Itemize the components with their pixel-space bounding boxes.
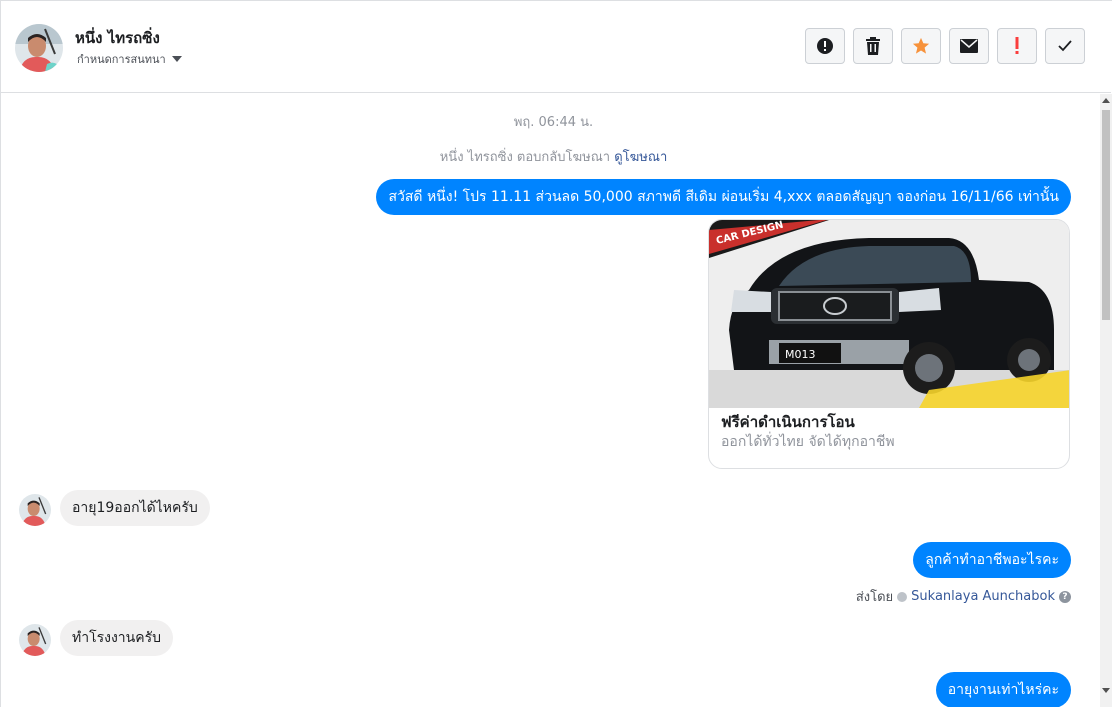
outgoing-message[interactable]: สวัสดี หนึ่ง! โปร 11.11 ส่วนลด 50,000 สภ… [376,179,1071,215]
ad-reply-text: หนึ่ง ไทรถซิ่ง ตอบกลับโฆษณา [439,150,611,165]
mark-done-button[interactable] [1045,28,1085,64]
sent-by-name[interactable]: Sukanlaya Aunchabok [911,589,1055,604]
avatar[interactable] [19,624,51,656]
scrollbar-thumb[interactable] [1102,110,1110,320]
caret-down-icon [171,56,182,62]
follow-up-button[interactable] [997,28,1037,64]
trash-icon [866,37,880,55]
outgoing-message[interactable]: อายุงานเท่าไหร่คะ [935,672,1071,707]
view-ad-link[interactable]: ดูโฆษณา [614,150,667,165]
ad-card[interactable]: CAR DESIGN M013 ฟรีค่าดำเนินการโอน ออกได… [708,219,1070,469]
license-plate: M013 [785,348,816,361]
sent-by-info: ส่งโดย Sukanlaya Aunchabok ? [856,586,1071,607]
delete-button[interactable] [853,28,893,64]
status-dot-icon [897,591,908,602]
sent-by-label: ส่งโดย [855,590,894,605]
outgoing-message[interactable]: ลูกค้าทำอาชีพอะไรคะ [913,542,1071,578]
conversation-settings-dropdown[interactable]: กำหนดการสนทนา [77,50,182,68]
action-toolbar [805,28,1085,64]
incoming-message[interactable]: อายุ19ออกได้ไหครับ [60,490,210,526]
ad-car-image: CAR DESIGN M013 [709,220,1069,408]
exclamation-icon [1015,37,1019,54]
avatar[interactable] [15,24,63,72]
avatar[interactable] [19,494,51,526]
ad-card-subtitle: ออกได้ทั่วไทย จัดได้ทุกอาชีพ [721,434,895,450]
message-thread[interactable]: พฤ. 06:44 น. หนึ่ง ไทรถซิ่ง ตอบกลับโฆษณา… [1,94,1100,707]
envelope-icon [960,39,978,53]
check-icon [1058,40,1072,52]
incoming-message[interactable]: ทำโรงงานครับ [60,620,174,656]
star-button[interactable] [901,28,941,64]
contact-name: หนึ่ง ไทรถซิ่ง [75,29,160,47]
thread-scrollbar[interactable] [1100,94,1112,707]
mark-unread-button[interactable] [949,28,989,64]
conversation-header: หนึ่ง ไทรถซิ่ง กำหนดการสนทนา [1,4,1111,93]
conversation-settings-label: กำหนดการสนทนา [77,53,166,66]
scroll-down-arrow-icon[interactable] [1102,688,1110,693]
alert-circle-icon [817,38,833,54]
scroll-up-arrow-icon[interactable] [1102,98,1110,103]
mark-spam-button[interactable] [805,28,845,64]
ad-reply-note: หนึ่ง ไทรถซิ่ง ตอบกลับโฆษณา ดูโฆษณา [1,146,1100,167]
star-icon [912,37,930,54]
help-icon[interactable]: ? [1059,590,1071,603]
message-timestamp: พฤ. 06:44 น. [513,115,594,130]
